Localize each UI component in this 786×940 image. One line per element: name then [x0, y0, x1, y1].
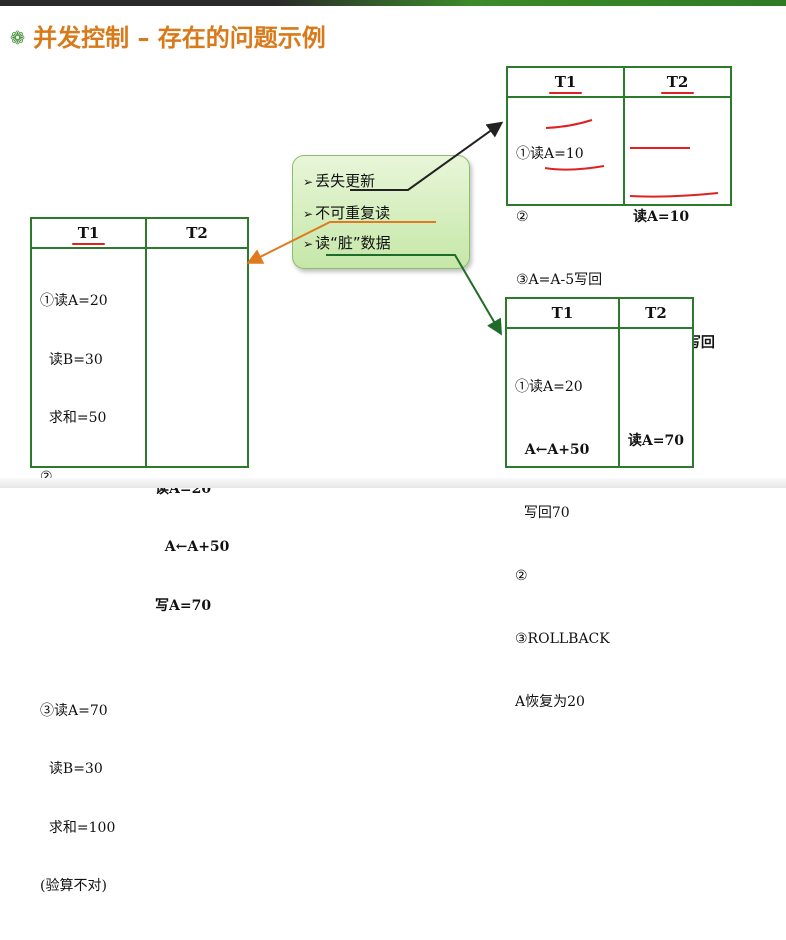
t2-column: T2 读A=20 A←A+50 写A=70 — [145, 219, 247, 614]
t1-line: 读B=30 — [40, 351, 103, 368]
t2-line — [633, 144, 722, 165]
t1-column: T1 ①读A=20 读B=30 求和=50 ② ③读A=70 读B=30 求和=… — [32, 219, 145, 894]
t1-line: 读B=30 — [40, 761, 103, 777]
t2-column: T2 读A=10 A=A-8 写回 — [623, 68, 730, 351]
t1-line: 写回70 — [515, 505, 570, 521]
lost-update-table: T1 ①读A=10 ② ③A=A-5写回 ④ T2 读A=10 A=A-8 写回 — [506, 66, 732, 351]
t1-line: ③ROLLBACK — [515, 631, 610, 647]
t2-line — [155, 292, 239, 312]
t2-cell: 读A=70 — [620, 329, 692, 498]
t2-line — [155, 351, 239, 371]
flower-bullet-icon: ❁ — [10, 28, 26, 49]
slide-title: ❁ 并发控制 – 存在的问题示例 — [10, 18, 326, 53]
t2-header: T2 — [147, 219, 247, 249]
t2-line: 读A=70 — [627, 433, 684, 449]
t1-line: 求和=100 — [40, 819, 116, 836]
t1-line: ①读A=20 — [515, 379, 583, 395]
t1-cell: ①读A=20 A←A+50 写回70 ② ③ROLLBACK A恢复为20 — [507, 329, 618, 759]
dirty-read-table: T1 ①读A=20 A←A+50 写回70 ② ③ROLLBACK A恢复为20… — [505, 297, 694, 710]
t2-line: 读A=10 — [633, 209, 690, 225]
t1-line: ①读A=10 — [516, 146, 584, 162]
t2-line: A←A+50 — [155, 539, 230, 555]
arrow-bullet-icon: ➢ — [303, 207, 314, 221]
t1-line: ② — [516, 209, 529, 225]
t2-line: 写A=70 — [155, 597, 212, 614]
t1-line: ③读A=70 — [40, 702, 108, 719]
t2-line — [155, 409, 239, 429]
t1-line: A←A+50 — [515, 442, 590, 458]
t2-header: T2 — [625, 68, 730, 98]
arrow-bullet-icon: ➢ — [303, 237, 314, 251]
t2-column: T2 读A=70 — [617, 299, 692, 466]
problem-list-box: ➢ 丢失更新 ➢ 不可重复读 ➢ 读“脏”数据 — [292, 155, 470, 269]
list-item-nonrepeatable-read: ➢ 不可重复读 — [303, 204, 391, 222]
t1-line: ③A=A-5写回 — [516, 272, 603, 288]
t1-header: T1 — [507, 299, 618, 329]
t1-column: T1 ①读A=20 A←A+50 写回70 ② ③ROLLBACK A恢复为20 — [507, 299, 618, 710]
bottom-shadow-strip — [0, 478, 786, 488]
t1-header: T1 — [508, 68, 623, 98]
t1-line: 求和=50 — [40, 410, 107, 426]
t1-cell: ①读A=20 读B=30 求和=50 ② ③读A=70 读B=30 求和=100… — [32, 249, 145, 940]
t2-header: T2 — [619, 299, 692, 329]
t2-cell: 读A=20 A←A+50 写A=70 — [147, 249, 247, 659]
list-item-dirty-read: ➢ 读“脏”数据 — [303, 234, 391, 252]
list-item-lost-update: ➢ 丢失更新 — [303, 172, 376, 190]
t1-line: A恢复为20 — [515, 694, 585, 710]
t1-line: (验算不对) — [40, 878, 107, 894]
t1-line — [40, 643, 137, 663]
arrow-bullet-icon: ➢ — [303, 175, 314, 189]
t1-column: T1 ①读A=10 ② ③A=A-5写回 ④ — [508, 68, 623, 351]
t1-line — [40, 526, 137, 546]
t1-line — [40, 585, 137, 605]
slide-title-text: 并发控制 – 存在的问题示例 — [33, 24, 326, 52]
nonrepeatable-read-table: T1 ①读A=20 读B=30 求和=50 ② ③读A=70 读B=30 求和=… — [30, 217, 249, 894]
t1-line: ② — [515, 568, 528, 584]
top-accent-bar — [0, 0, 786, 6]
t2-line — [633, 270, 722, 291]
t1-header: T1 — [32, 219, 145, 249]
t1-line: ①读A=20 — [40, 293, 108, 309]
